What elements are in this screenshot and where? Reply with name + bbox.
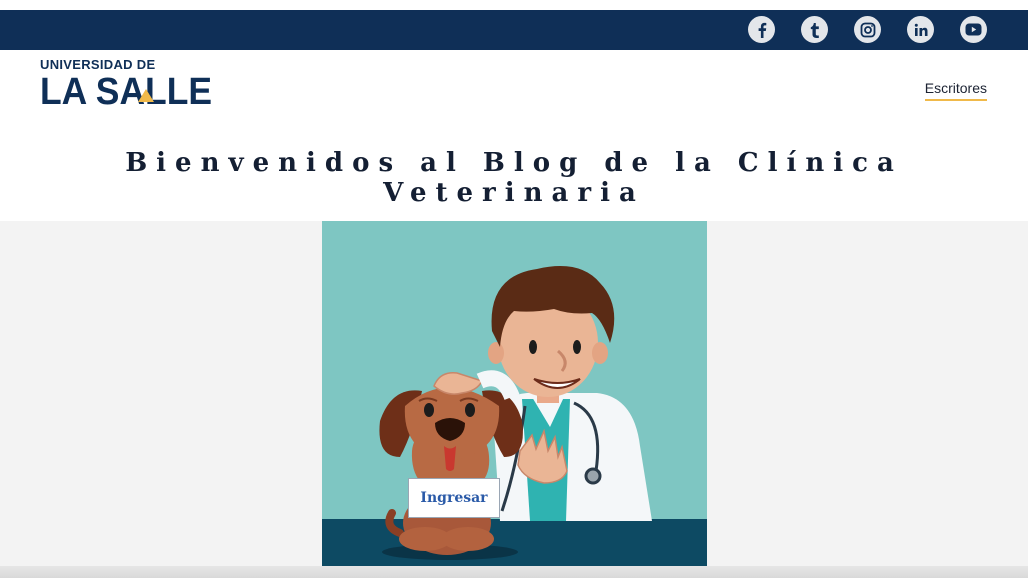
tumblr-icon[interactable] <box>801 16 828 43</box>
university-logo[interactable]: UNIVERSIDAD DE LA SALLE <box>40 57 220 109</box>
instagram-icon[interactable] <box>854 16 881 43</box>
linkedin-icon[interactable] <box>907 16 934 43</box>
facebook-icon[interactable] <box>748 16 775 43</box>
hero-illustration <box>322 221 707 566</box>
top-bar <box>0 10 1028 50</box>
logo-main-text: LA SALLE <box>40 71 212 109</box>
top-strip <box>0 0 1028 10</box>
youtube-icon[interactable] <box>960 16 987 43</box>
logo-wordmark: LA SALLE <box>40 71 212 109</box>
ingresar-button[interactable]: Ingresar <box>408 478 500 518</box>
page-bottom-shade <box>0 566 1028 578</box>
page-title: Bienvenidos al Blog de la Clínica Veteri… <box>125 148 903 208</box>
nav-link-escritores[interactable]: Escritores <box>924 80 987 101</box>
